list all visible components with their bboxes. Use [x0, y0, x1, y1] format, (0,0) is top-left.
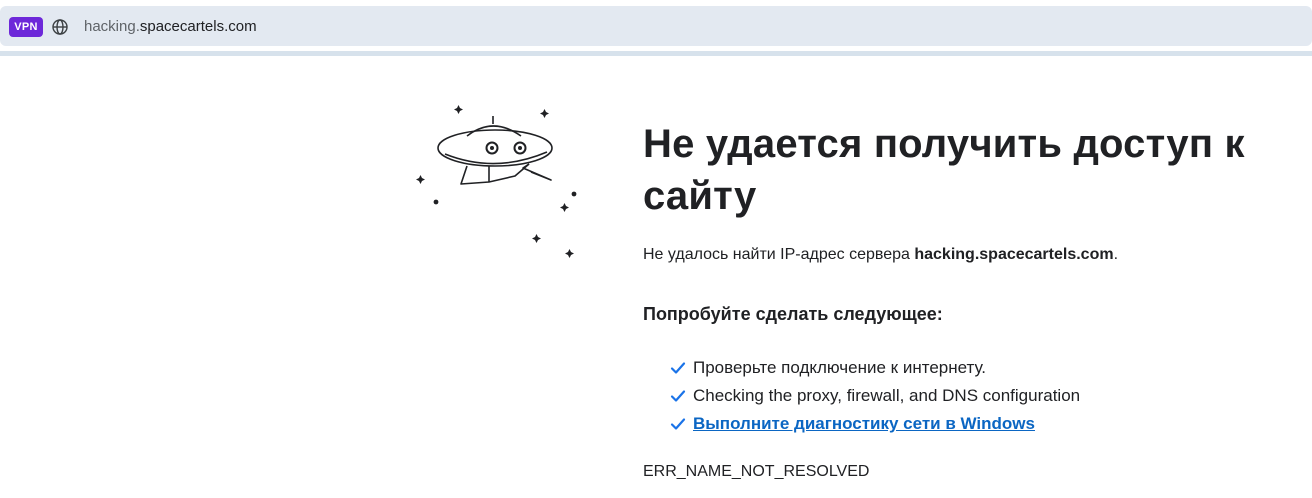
list-item: Выполните диагностику сети в Windows	[670, 413, 1080, 441]
checkmark-icon	[670, 362, 686, 374]
address-bar: VPN hacking.spacecartels.com	[0, 0, 1312, 56]
page-title: Не удается получить доступ к сайту	[643, 122, 1245, 218]
toolbar-divider	[0, 51, 1312, 56]
description-text: Не удалось найти IP-адрес сервера	[643, 246, 915, 263]
description-suffix: .	[1113, 246, 1119, 263]
error-content: Не удается получить доступ к сайту Не уд…	[643, 118, 1263, 480]
suggestions-list: Проверьте подключение к интернету. Check…	[670, 357, 1080, 441]
suggestion-check-proxy: Checking the proxy, firewall, and DNS co…	[693, 386, 1081, 405]
checkmark-icon	[670, 418, 686, 430]
description-host: hacking.spacecartels.com	[914, 246, 1114, 263]
url-subdomain: hacking.	[84, 18, 140, 35]
url-text[interactable]: hacking.spacecartels.com	[84, 16, 257, 38]
globe-icon[interactable]	[51, 18, 69, 36]
checkmark-icon	[670, 390, 686, 402]
vpn-badge[interactable]: VPN	[9, 17, 43, 37]
error-code: ERR_NAME_NOT_RESOLVED	[643, 463, 870, 480]
windows-diagnostics-link[interactable]: Выполните диагностику сети в Windows	[693, 414, 1035, 433]
error-description: Не удалось найти IP-адрес сервера hackin…	[643, 244, 1118, 266]
list-item: Проверьте подключение к интернету.	[670, 357, 1080, 385]
list-item: Checking the proxy, firewall, and DNS co…	[670, 385, 1080, 413]
suggestions-heading: Попробуйте сделать следующее:	[643, 304, 943, 324]
suggestion-check-connection: Проверьте подключение к интернету.	[693, 358, 987, 377]
ufo-icon	[416, 105, 577, 258]
url-domain: spacecartels.com	[139, 18, 257, 35]
